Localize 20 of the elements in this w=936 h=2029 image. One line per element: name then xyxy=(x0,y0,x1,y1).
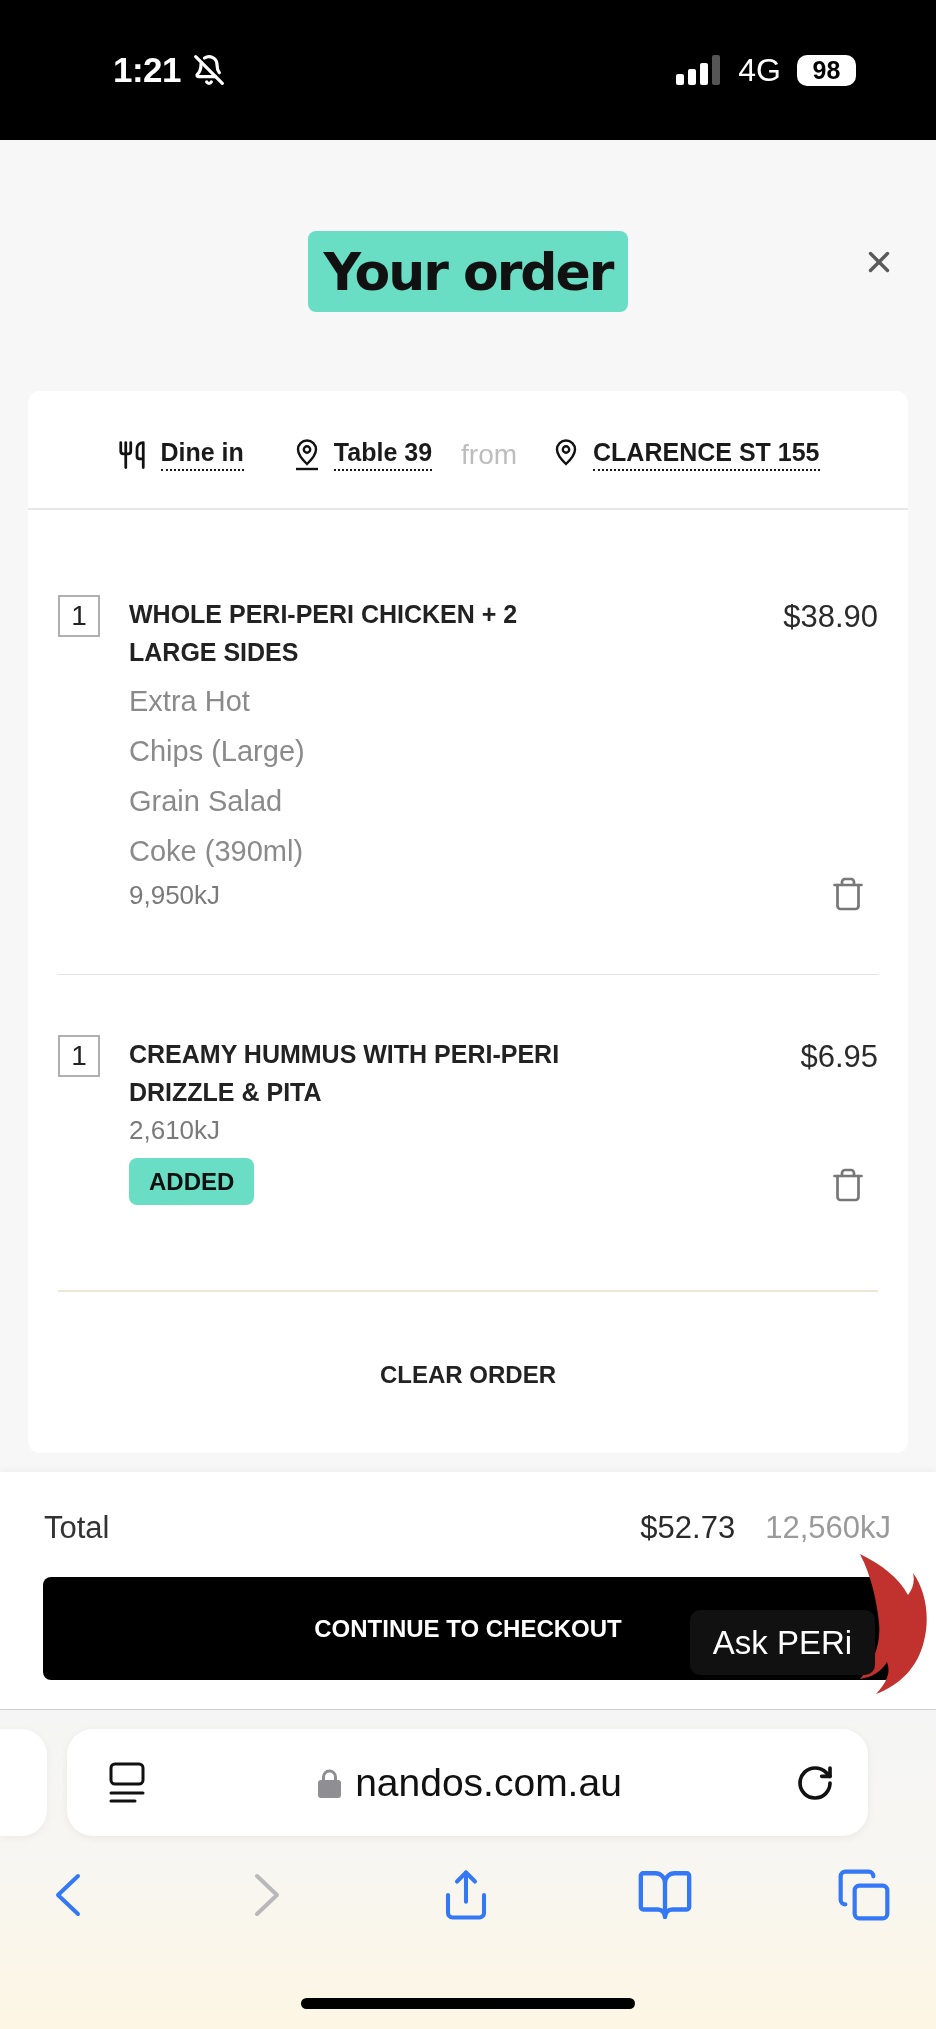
url-text: nandos.com.au xyxy=(355,1760,622,1805)
item-price: $6.95 xyxy=(800,1038,878,1076)
item-option: Extra Hot xyxy=(129,676,305,726)
total-energy: 12,560kJ xyxy=(765,1510,891,1546)
status-time: 1:21 xyxy=(113,50,182,90)
battery-indicator: 98 xyxy=(797,54,856,86)
item-energy: 9,950kJ xyxy=(129,879,221,912)
item-option: Coke (390ml) xyxy=(129,826,305,876)
status-badge: ADDED xyxy=(129,1158,255,1205)
network-type: 4G xyxy=(738,51,781,89)
item-option: Grain Salad xyxy=(129,776,305,826)
item-name: WHOLE PERI-PERI CHICKEN + 2 LARGE SIDES xyxy=(129,599,519,668)
total-price: $52.73 xyxy=(640,1510,736,1546)
item-name: CREAMY HUMMUS WITH PERI-PERI DRIZZLE & PITA xyxy=(129,1039,561,1108)
from-label: from xyxy=(461,438,518,471)
item-option: Chips (Large) xyxy=(129,726,305,776)
item-price: $38.90 xyxy=(783,598,878,636)
total-label: Total xyxy=(44,1510,111,1546)
page-title: Your order xyxy=(307,231,629,312)
item-energy: 2,610kJ xyxy=(129,1114,221,1147)
